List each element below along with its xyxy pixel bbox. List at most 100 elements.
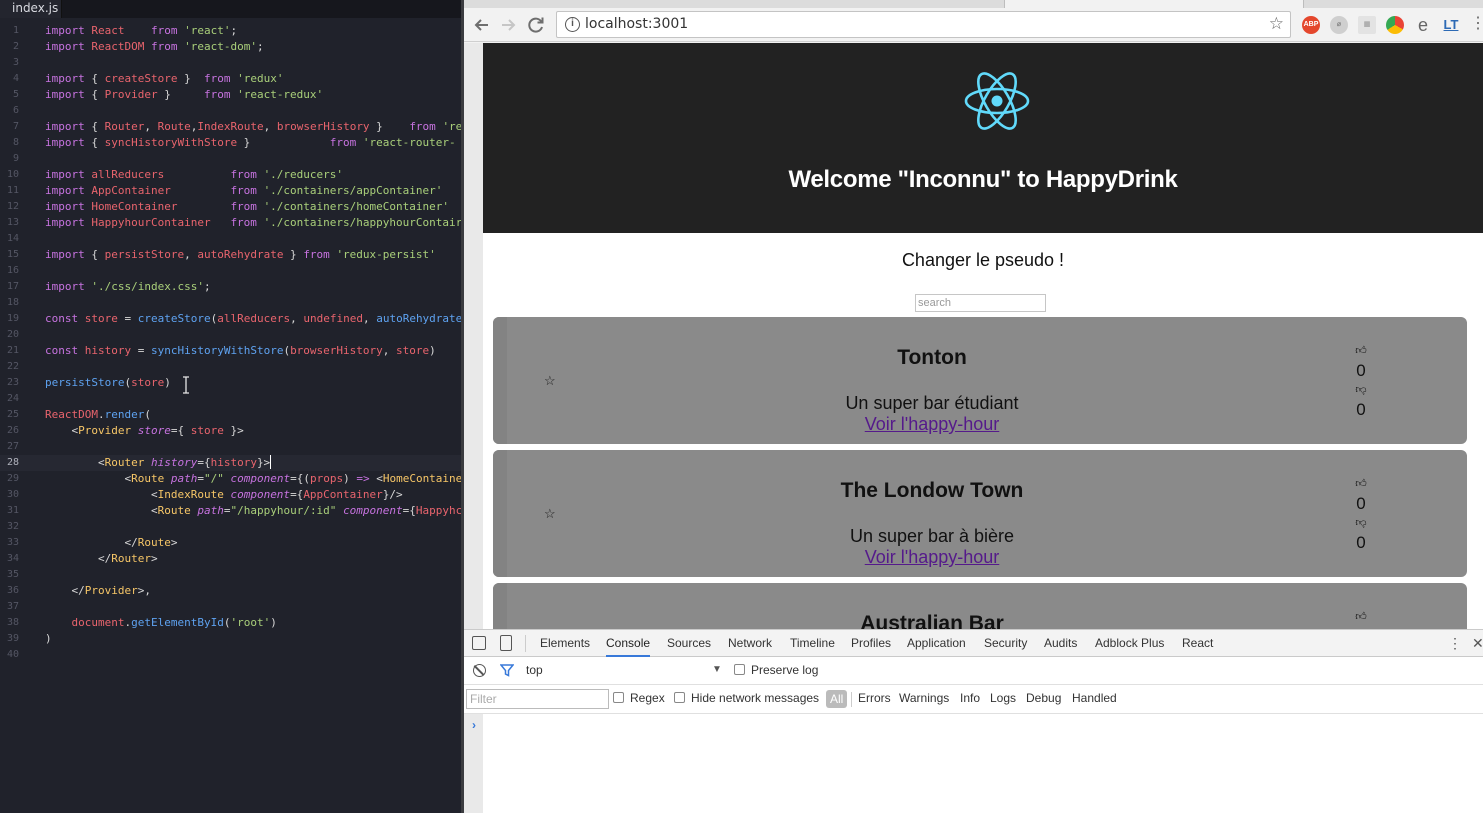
- thumbs-down-icon[interactable]: 👎︎: [1349, 515, 1373, 531]
- code-line[interactable]: 21 const history = syncHistoryWithStore(b…: [0, 343, 461, 359]
- address-bar[interactable]: i localhost:3001 ☆: [556, 11, 1291, 38]
- code-line[interactable]: 9: [0, 151, 461, 167]
- code-line[interactable]: 33 </Route>: [0, 535, 461, 551]
- editor-tab-index-js[interactable]: index.js: [0, 0, 62, 18]
- code-editor[interactable]: index.js 1 import React from 'react'; 2 imp…: [0, 0, 461, 813]
- code-line[interactable]: 4 import { createStore } from 'redux': [0, 71, 461, 87]
- inspect-element-icon[interactable]: [472, 636, 486, 650]
- code-area[interactable]: 1 import React from 'react'; 2 import React…: [0, 23, 461, 663]
- info-icon[interactable]: i: [565, 17, 580, 32]
- hide-network-checkbox[interactable]: Hide network messages: [674, 691, 819, 705]
- devtools-tab-adblock-plus[interactable]: Adblock Plus: [1095, 630, 1164, 657]
- checkbox[interactable]: [734, 664, 745, 675]
- context-select[interactable]: top: [526, 663, 543, 677]
- code-line[interactable]: 20: [0, 327, 461, 343]
- code-line[interactable]: 5 import { Provider } from 'react-redux': [0, 87, 461, 103]
- adblock-plus-icon[interactable]: ABP: [1302, 16, 1320, 34]
- back-button[interactable]: [470, 13, 494, 37]
- browser-tab[interactable]: [1004, 0, 1304, 8]
- code-line[interactable]: 17 import './css/index.css';: [0, 279, 461, 295]
- extension-e-icon[interactable]: e: [1414, 16, 1432, 34]
- code-line[interactable]: 27: [0, 439, 461, 455]
- code-line[interactable]: 11 import AppContainer from './containers…: [0, 183, 461, 199]
- url-text[interactable]: localhost:3001: [585, 16, 688, 32]
- happy-hour-link[interactable]: Voir l'happy-hour: [493, 414, 1371, 435]
- preserve-log-checkbox[interactable]: Preserve log: [734, 663, 818, 677]
- code-line[interactable]: 35: [0, 567, 461, 583]
- devtools-tab-react[interactable]: React: [1182, 630, 1213, 657]
- code-line[interactable]: 19 const store = createStore(allReducers,…: [0, 311, 461, 327]
- devtools-tab-application[interactable]: Application: [907, 630, 966, 657]
- code-line[interactable]: 18: [0, 295, 461, 311]
- regex-checkbox[interactable]: Regex: [613, 691, 665, 705]
- devtools-tab-security[interactable]: Security: [984, 630, 1027, 657]
- clear-console-icon[interactable]: [473, 664, 486, 677]
- code-line[interactable]: 34 </Router>: [0, 551, 461, 567]
- checkbox[interactable]: [674, 692, 685, 703]
- forward-button[interactable]: [496, 13, 520, 37]
- filter-icon[interactable]: [499, 663, 515, 680]
- checkbox[interactable]: [613, 692, 624, 703]
- console-filter-input[interactable]: [466, 689, 609, 709]
- level-handled-button[interactable]: Handled: [1072, 691, 1117, 705]
- extension-disabled-icon[interactable]: ⌀: [1330, 16, 1348, 34]
- device-toolbar-icon[interactable]: [500, 635, 512, 651]
- thumbs-up-icon[interactable]: 👍︎: [1349, 343, 1373, 359]
- level-errors-button[interactable]: Errors: [858, 691, 891, 705]
- level-warnings-button[interactable]: Warnings: [899, 691, 949, 705]
- code-line[interactable]: 2 import ReactDOM from 'react-dom';: [0, 39, 461, 55]
- devtools-tab-profiles[interactable]: Profiles: [851, 630, 891, 657]
- favorite-star-icon[interactable]: ☆: [544, 506, 556, 522]
- languagetool-icon[interactable]: LT: [1442, 16, 1460, 34]
- devtools-tab-network[interactable]: Network: [728, 630, 772, 657]
- change-pseudo-link[interactable]: Changer le pseudo !: [483, 250, 1483, 271]
- devtools-menu-icon[interactable]: ⋮: [1448, 630, 1462, 657]
- devtools-tab-console[interactable]: Console: [606, 630, 651, 657]
- chevron-down-icon[interactable]: ▼: [712, 664, 722, 675]
- thumbs-down-icon[interactable]: 👎︎: [1349, 382, 1373, 398]
- code-line[interactable]: 38 document.getElementById('root'): [0, 615, 461, 631]
- code-line[interactable]: 26 <Provider store={ store }>: [0, 423, 461, 439]
- code-line[interactable]: 12 import HomeContainer from './container…: [0, 199, 461, 215]
- code-line[interactable]: 22: [0, 359, 461, 375]
- level-info-button[interactable]: Info: [960, 691, 980, 705]
- code-line[interactable]: 40: [0, 647, 461, 663]
- close-icon[interactable]: ✕: [1472, 630, 1483, 657]
- chrome-menu-icon[interactable]: ⋮: [1470, 16, 1483, 32]
- bookmark-star-icon[interactable]: ☆: [1269, 14, 1284, 34]
- thumbs-up-icon[interactable]: 👍︎: [1349, 609, 1373, 625]
- reload-button[interactable]: [524, 13, 548, 37]
- code-line[interactable]: 32: [0, 519, 461, 535]
- code-line[interactable]: 10 import allReducers from './reducers': [0, 167, 461, 183]
- devtools-tab-sources[interactable]: Sources: [667, 630, 711, 657]
- code-line[interactable]: 30 <IndexRoute component={AppContainer}/…: [0, 487, 461, 503]
- code-line[interactable]: 7 import { Router, Route,IndexRoute, brow…: [0, 119, 461, 135]
- level-debug-button[interactable]: Debug: [1026, 691, 1061, 705]
- code-line[interactable]: 23 persistStore(store): [0, 375, 461, 391]
- code-line[interactable]: 3: [0, 55, 461, 71]
- code-line[interactable]: 6: [0, 103, 461, 119]
- chrome-extension-icon[interactable]: [1386, 16, 1404, 34]
- code-line[interactable]: 37: [0, 599, 461, 615]
- code-line[interactable]: 36 </Provider>,: [0, 583, 461, 599]
- code-line[interactable]: 1 import React from 'react';: [0, 23, 461, 39]
- search-input[interactable]: [915, 294, 1046, 312]
- code-line[interactable]: 25 ReactDOM.render(: [0, 407, 461, 423]
- code-line[interactable]: 24: [0, 391, 461, 407]
- code-line[interactable]: 16: [0, 263, 461, 279]
- code-line[interactable]: 31 <Route path="/happyhour/:id" componen…: [0, 503, 461, 519]
- code-line[interactable]: 39): [0, 631, 461, 647]
- extension-grid-icon[interactable]: ▦: [1358, 16, 1376, 34]
- happy-hour-link[interactable]: Voir l'happy-hour: [493, 547, 1371, 568]
- devtools-tab-audits[interactable]: Audits: [1044, 630, 1077, 657]
- level-logs-button[interactable]: Logs: [990, 691, 1016, 705]
- code-line[interactable]: 15 import { persistStore, autoRehydrate }…: [0, 247, 461, 263]
- code-line[interactable]: 8 import { syncHistoryWithStore } from 'r…: [0, 135, 461, 151]
- thumbs-up-icon[interactable]: 👍︎: [1349, 476, 1373, 492]
- code-line[interactable]: 28 <Router history={history}>: [0, 455, 461, 471]
- code-line[interactable]: 29 <Route path="/" component={(props) =>…: [0, 471, 461, 487]
- code-line[interactable]: 13 import HappyhourContainer from './cont…: [0, 215, 461, 231]
- devtools-tab-timeline[interactable]: Timeline: [790, 630, 835, 657]
- level-all-button[interactable]: All: [826, 690, 848, 708]
- favorite-star-icon[interactable]: ☆: [544, 373, 556, 389]
